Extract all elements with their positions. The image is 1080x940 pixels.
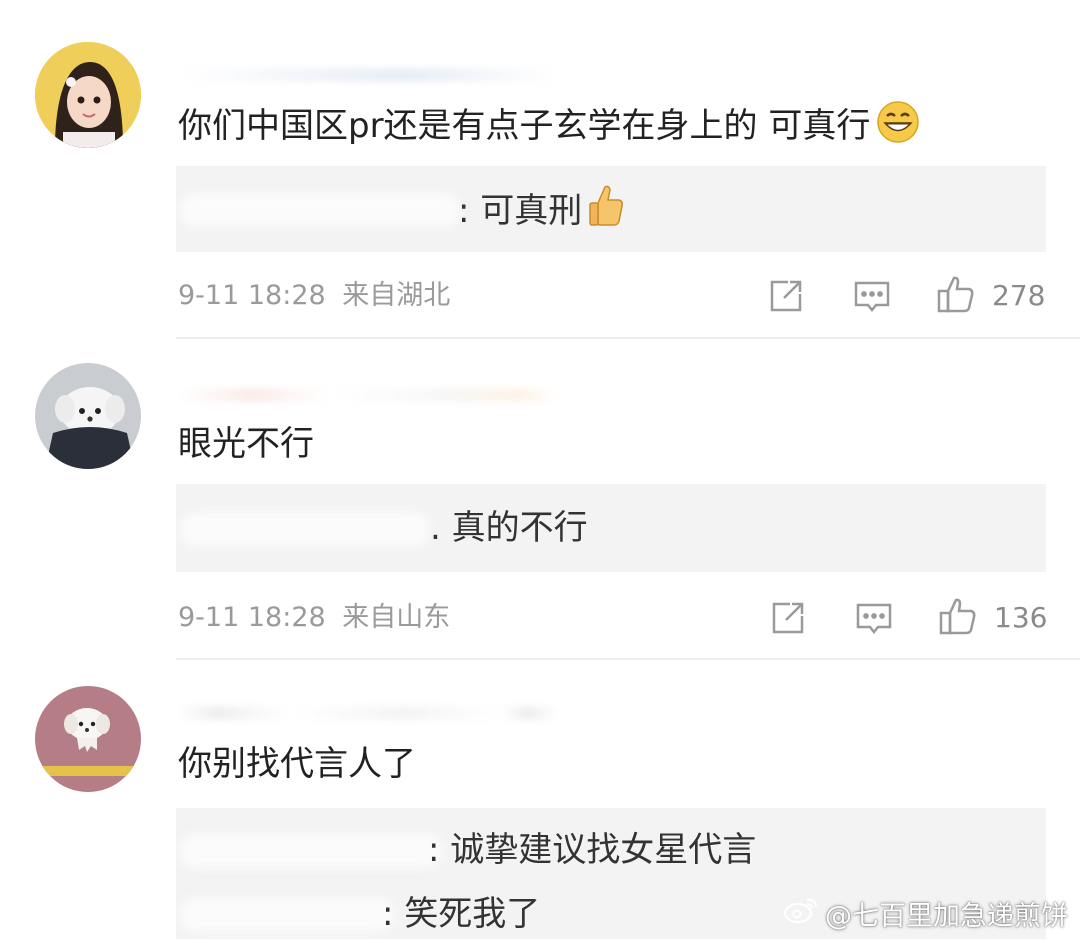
location: 来自山东 — [342, 602, 451, 633]
comment-meta: 9-11 18:28 来自山东 — [178, 598, 450, 638]
timestamp: 9-11 18:28 — [178, 280, 326, 311]
watermark: @七百里加急递煎饼 — [783, 894, 1068, 933]
reply-text-content: : 笑死我了 — [382, 894, 541, 934]
divider — [176, 658, 1080, 660]
reply-text-content: . 真的不行 — [430, 508, 588, 548]
reply-text: : 笑死我了 — [382, 888, 540, 940]
comment-item: 眼光不行 . 真的不行 9-11 18:28 来自山东 136 — [0, 340, 1080, 662]
grin-emoji-icon — [876, 100, 920, 155]
avatar-puppy-illustration — [35, 686, 141, 792]
username-redacted[interactable] — [178, 388, 558, 402]
avatar[interactable] — [35, 686, 141, 792]
avatar[interactable] — [35, 42, 141, 148]
comment-icon[interactable] — [852, 276, 892, 316]
avatar[interactable] — [35, 363, 141, 469]
reply-text-content: : 诚挚建议找女星代言 — [428, 830, 757, 870]
comment-item: 你们中国区pr还是有点子玄学在身上的 可真行 : 可真刑 9-11 18:28 … — [0, 0, 1080, 340]
comment-content: 你们中国区pr还是有点子玄学在身上的 可真行 — [178, 100, 920, 155]
reply-preview[interactable]: : 可真刑 — [176, 166, 1046, 252]
reply-text: : 可真刑 — [458, 183, 624, 242]
reply-text: . 真的不行 — [430, 502, 588, 554]
reply-username-redacted — [180, 193, 460, 227]
username-redacted[interactable] — [178, 68, 558, 82]
reply-username-redacted — [180, 834, 442, 868]
location: 来自湖北 — [342, 280, 451, 311]
comment-text: 你别找代言人了 — [178, 744, 416, 784]
comment-meta: 9-11 18:28 来自湖北 — [178, 276, 450, 316]
comment-content: 眼光不行 — [178, 422, 314, 466]
divider — [176, 337, 1080, 339]
timestamp: 9-11 18:28 — [178, 602, 326, 633]
thumbs-up-icon[interactable] — [938, 596, 978, 636]
like-count: 136 — [994, 601, 1048, 634]
reply-username-redacted — [180, 512, 430, 546]
weibo-logo-icon — [783, 895, 819, 932]
reply-text: : 诚挚建议找女星代言 — [428, 824, 756, 876]
thumbs-up-icon[interactable] — [936, 274, 976, 314]
watermark-text: @七百里加急递煎饼 — [825, 901, 1068, 932]
reply-username-redacted — [180, 898, 394, 932]
reply-text-content: : 可真刑 — [458, 191, 583, 231]
reply-preview[interactable]: . 真的不行 — [176, 484, 1046, 572]
share-icon[interactable] — [768, 598, 808, 638]
avatar-puppy-photo — [35, 363, 141, 469]
like-count: 278 — [992, 279, 1046, 312]
avatar-girl-illustration — [35, 42, 141, 148]
comment-icon[interactable] — [854, 598, 894, 638]
share-icon[interactable] — [766, 276, 806, 316]
comment-text: 眼光不行 — [178, 424, 314, 464]
thumbs-up-emoji-icon — [588, 183, 624, 242]
username-redacted[interactable] — [178, 706, 558, 720]
comment-text: 你们中国区pr还是有点子玄学在身上的 可真行 — [178, 106, 871, 146]
comment-content: 你别找代言人了 — [178, 742, 416, 786]
